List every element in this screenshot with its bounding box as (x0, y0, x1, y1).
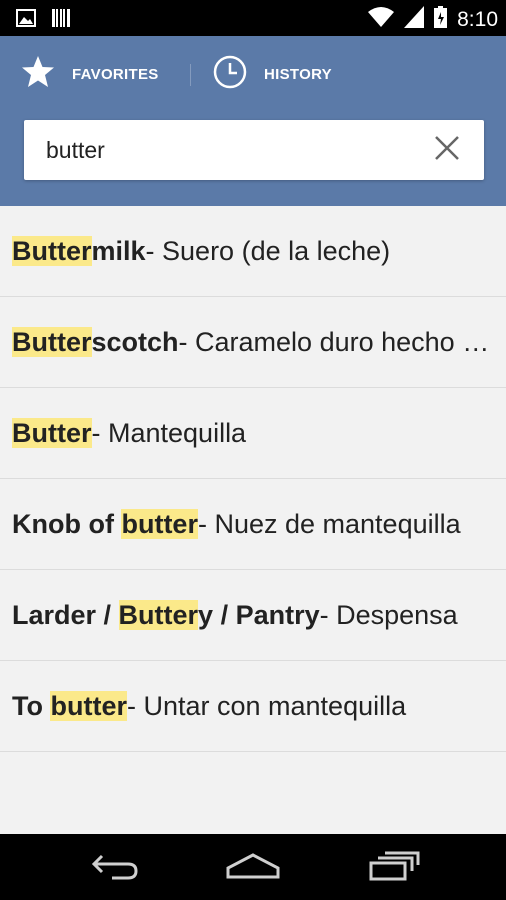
list-item[interactable]: Larder / Buttery / Pantry - Despensa (0, 570, 506, 661)
highlight: Butter (12, 235, 92, 266)
highlight: Butter (118, 599, 199, 630)
status-time: 8:10 (457, 7, 498, 31)
term: Larder / Buttery / Pantry (12, 599, 320, 630)
search-box (24, 120, 484, 180)
tab-history[interactable]: HISTORY (212, 54, 332, 94)
app-bar: FAVORITES HISTORY (0, 36, 506, 206)
translation: - Untar con mantequilla (126, 690, 407, 721)
navigation-bar (0, 834, 506, 900)
translation: - Nuez de mantequilla (197, 508, 461, 539)
back-button[interactable] (86, 850, 142, 886)
battery-icon (434, 6, 448, 33)
back-icon (90, 852, 138, 885)
translation: - Suero (de la leche) (145, 235, 391, 266)
home-button[interactable] (225, 850, 281, 886)
recent-apps-icon (368, 851, 420, 886)
list-item[interactable]: Knob of butter - Nuez de mantequilla (0, 479, 506, 570)
tab-history-label: HISTORY (264, 65, 332, 83)
term: Buttermilk (12, 235, 146, 266)
tab-favorites[interactable]: FAVORITES (20, 54, 159, 94)
term: Butter (12, 417, 92, 449)
image-icon (16, 9, 36, 32)
highlight: Butter (12, 326, 92, 357)
translation: - Caramelo duro hecho de mantequilla (178, 326, 490, 357)
clear-button[interactable] (432, 135, 462, 165)
star-icon (20, 54, 56, 94)
search-input[interactable] (46, 120, 426, 180)
term: Butterscotch (12, 326, 179, 357)
results-list: Buttermilk - Suero (de la leche) Butters… (0, 206, 506, 834)
close-icon (433, 134, 461, 167)
highlight: butter (50, 690, 127, 721)
signal-icon (404, 6, 425, 33)
list-item[interactable]: Butter - Mantequilla (0, 388, 506, 479)
term: Knob of butter (12, 508, 198, 539)
status-bar: 8:10 (0, 0, 506, 36)
recent-apps-button[interactable] (366, 850, 422, 886)
highlight: butter (121, 508, 198, 539)
term: To butter (12, 690, 127, 721)
barcode-icon (52, 9, 70, 32)
wifi-icon (368, 6, 395, 33)
translation: - Mantequilla (91, 417, 247, 448)
home-icon (225, 852, 281, 885)
clock-icon (212, 54, 248, 94)
translation: - Despensa (319, 599, 458, 630)
tab-divider (190, 64, 191, 86)
list-item[interactable]: Buttermilk - Suero (de la leche) (0, 206, 506, 297)
highlight: Butter (12, 417, 92, 448)
list-item[interactable]: Butterscotch - Caramelo duro hecho de ma… (0, 297, 506, 388)
list-item[interactable]: To butter - Untar con mantequilla (0, 661, 506, 752)
tab-favorites-label: FAVORITES (72, 65, 159, 83)
